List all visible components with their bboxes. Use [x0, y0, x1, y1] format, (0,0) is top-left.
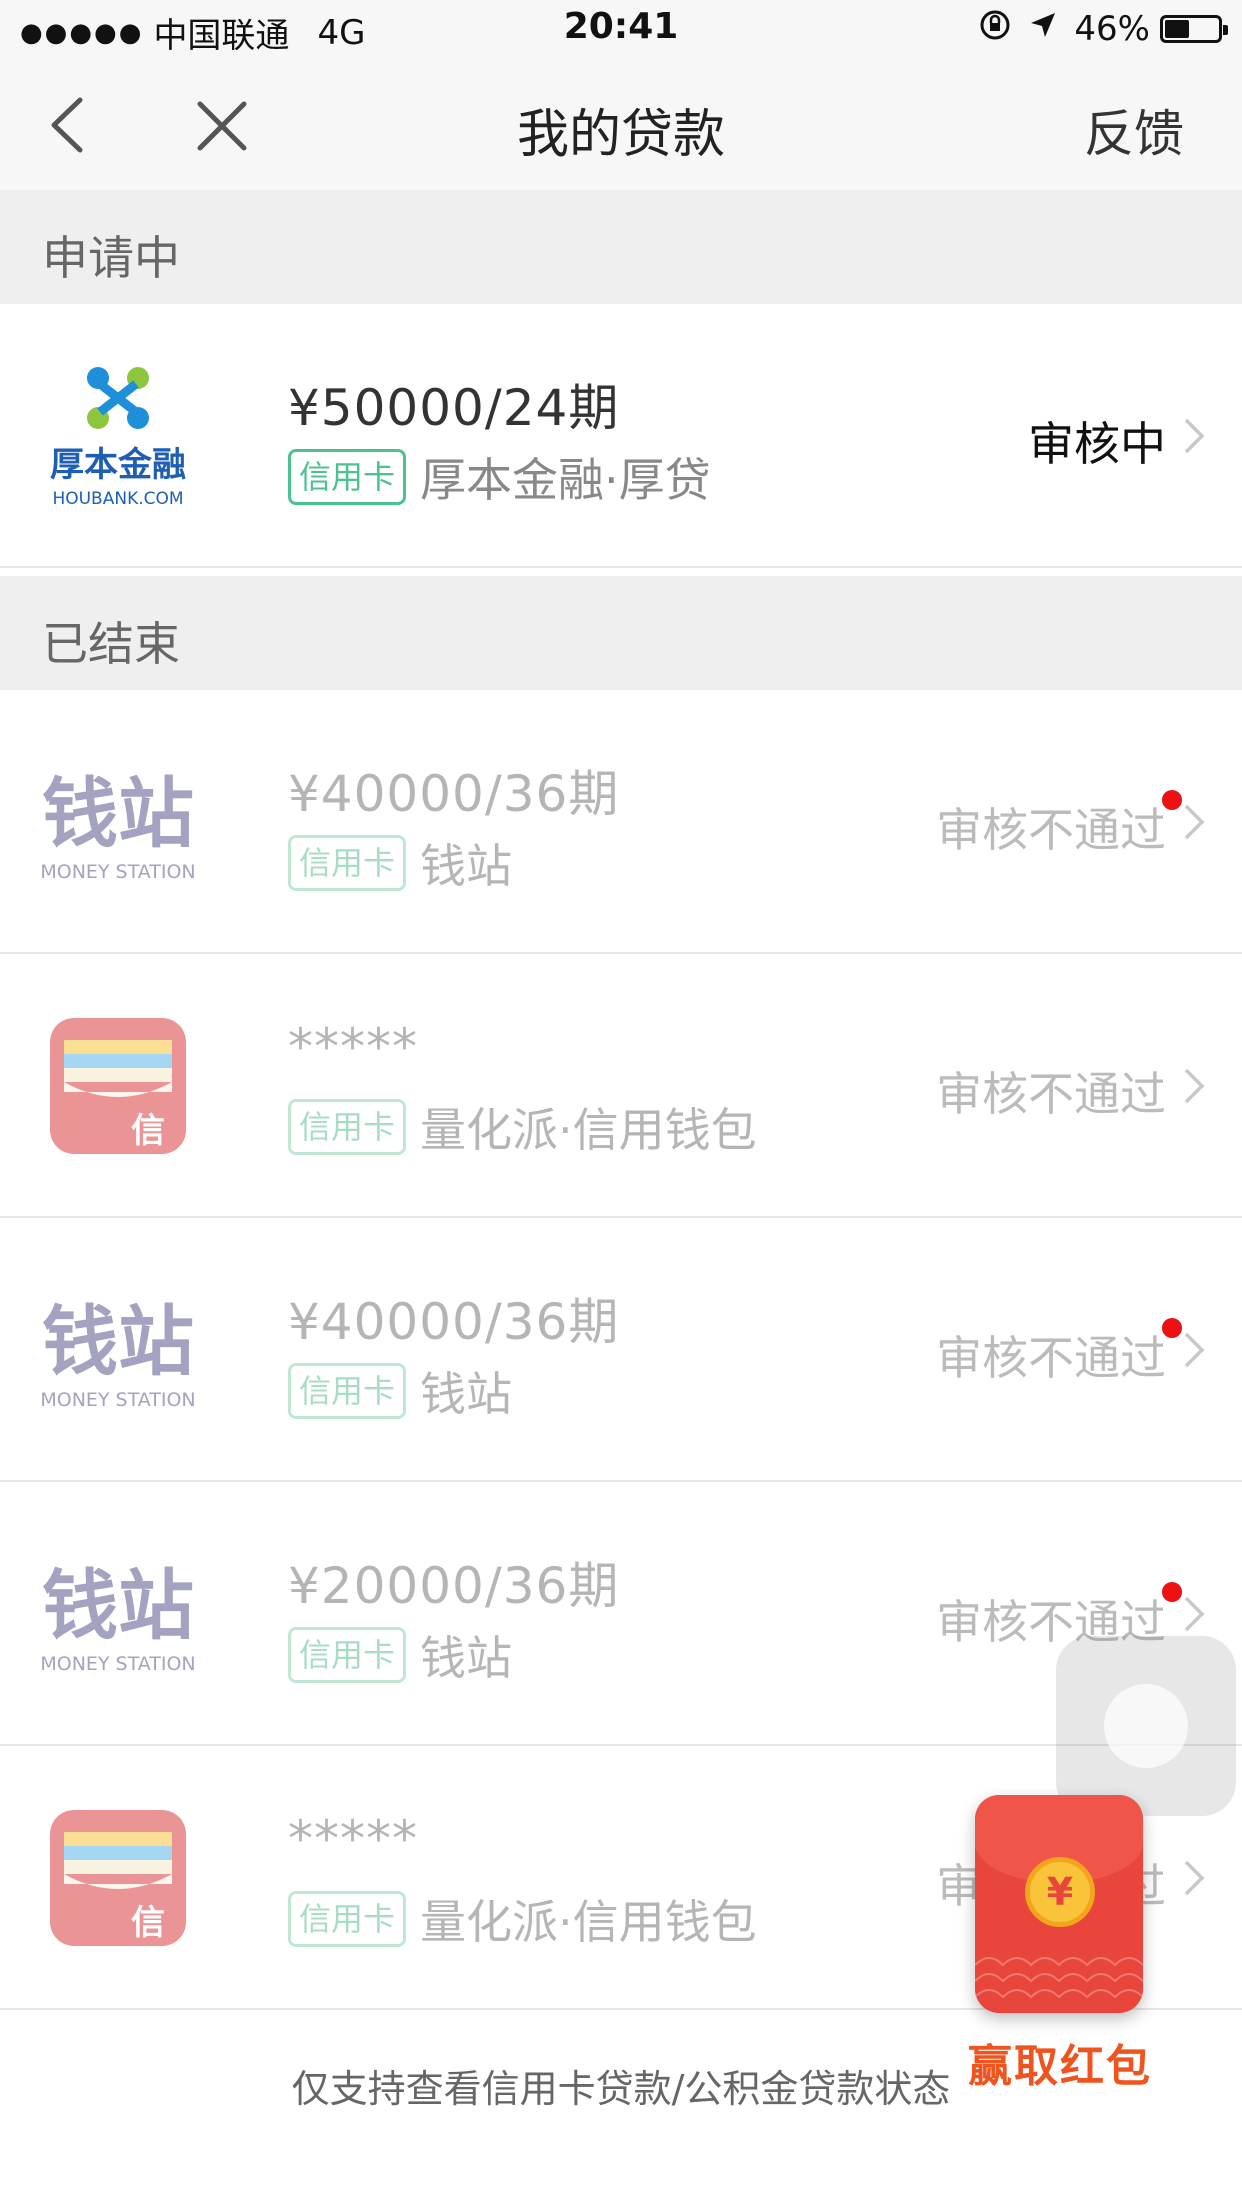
red-packet-button[interactable]: ¥	[975, 1795, 1143, 2013]
svg-text:MONEY STATION: MONEY STATION	[40, 861, 195, 883]
svg-text:钱站: 钱站	[42, 1561, 194, 1650]
coin-icon: ¥	[1025, 1857, 1095, 1927]
money-station-logo: 钱站 MONEY STATION	[28, 1258, 208, 1438]
lender-name: 钱站	[420, 1631, 513, 1685]
section-title: 申请中	[42, 231, 180, 285]
chevron-right-icon	[1184, 1332, 1205, 1368]
credit-card-tag: 信用卡	[288, 449, 407, 505]
credit-card-tag: 信用卡	[288, 1099, 407, 1155]
battery-tip	[1223, 25, 1228, 35]
credit-card-tag: 信用卡	[288, 1363, 407, 1419]
close-icon	[197, 101, 247, 151]
svg-text:信: 信	[131, 1111, 165, 1151]
houbank-logo: 厚本金融 HOUBANK.COM	[28, 344, 208, 524]
loan-item[interactable]: 信 ***** 信用卡 量化派·信用钱包 审核不通过	[0, 954, 1242, 1218]
svg-text:厚本金融: 厚本金融	[50, 445, 186, 485]
location-arrow-icon	[1028, 10, 1058, 48]
lender-name: 钱站	[420, 1367, 513, 1421]
assistive-touch-button[interactable]	[1056, 1636, 1236, 1816]
unread-badge	[1162, 790, 1182, 810]
loan-item[interactable]: 钱站 MONEY STATION ¥40000/36期 信用卡 钱站 审核不通过	[0, 1218, 1242, 1482]
unread-badge	[1162, 1582, 1182, 1602]
section-header-ended: 已结束	[0, 576, 1242, 690]
loan-subline: 信用卡 钱站	[288, 830, 512, 896]
loan-item[interactable]: 钱站 MONEY STATION ¥40000/36期 信用卡 钱站 审核不通过	[0, 690, 1242, 954]
wave-pattern-icon	[975, 1957, 1143, 1999]
loan-amount: ¥20000/36期	[288, 1557, 620, 1615]
section-title: 已结束	[42, 617, 180, 671]
loan-subline: 信用卡 钱站	[288, 1358, 512, 1424]
battery-percent: 46%	[1074, 9, 1150, 49]
svg-text:MONEY STATION: MONEY STATION	[40, 1389, 195, 1411]
loan-status: 审核不通过	[936, 1331, 1166, 1385]
battery-level	[1165, 20, 1189, 38]
loan-amount: ¥50000/24期	[288, 379, 620, 437]
svg-text:信: 信	[131, 1903, 165, 1943]
chevron-right-icon	[1184, 1596, 1205, 1632]
loan-item[interactable]: 厚本金融 HOUBANK.COM ¥50000/24期 信用卡 厚本金融·厚贷 …	[0, 304, 1242, 568]
loan-amount: *****	[288, 1810, 418, 1868]
loan-subline: 信用卡 量化派·信用钱包	[288, 1094, 757, 1160]
chevron-left-icon	[51, 97, 83, 153]
unread-badge	[1162, 1318, 1182, 1338]
battery-icon	[1160, 15, 1228, 43]
loan-status: 审核不通过	[936, 803, 1166, 857]
credit-card-tag: 信用卡	[288, 1891, 407, 1947]
loan-status: 审核不通过	[936, 1067, 1166, 1121]
svg-text:HOUBANK.COM: HOUBANK.COM	[52, 489, 183, 509]
red-packet-label[interactable]: 赢取红包	[968, 2030, 1152, 2094]
chevron-right-icon	[1184, 804, 1205, 840]
loan-status: 审核中	[1028, 417, 1166, 471]
svg-text:钱站: 钱站	[42, 769, 194, 858]
lender-name: 量化派·信用钱包	[420, 1895, 757, 1949]
loan-subline: 信用卡 厚本金融·厚贷	[288, 444, 711, 510]
svg-text:MONEY STATION: MONEY STATION	[40, 1653, 195, 1675]
credit-card-tag: 信用卡	[288, 1627, 407, 1683]
back-button[interactable]	[40, 92, 100, 158]
svg-text:钱站: 钱站	[42, 1297, 194, 1386]
credit-wallet-logo: 信	[28, 994, 208, 1174]
feedback-button[interactable]: 反馈	[1084, 94, 1184, 166]
loan-amount: *****	[288, 1018, 418, 1076]
credit-card-tag: 信用卡	[288, 835, 407, 891]
credit-wallet-logo: 信	[28, 1786, 208, 1966]
assistive-touch-icon	[1104, 1684, 1188, 1768]
loan-amount: ¥40000/36期	[288, 765, 620, 823]
rotation-lock-icon	[978, 8, 1012, 50]
loan-amount: ¥40000/36期	[288, 1293, 620, 1351]
loan-subline: 信用卡 量化派·信用钱包	[288, 1886, 757, 1952]
close-button[interactable]	[188, 94, 258, 160]
money-station-logo: 钱站 MONEY STATION	[28, 730, 208, 910]
chevron-right-icon	[1184, 1068, 1205, 1104]
lender-name: 厚本金融·厚贷	[420, 453, 711, 507]
money-station-logo: 钱站 MONEY STATION	[28, 1522, 208, 1702]
chevron-right-icon	[1184, 1860, 1205, 1896]
status-bar: ●●●●● 中国联通 4G 20:41 46%	[0, 0, 1242, 62]
lender-name: 量化派·信用钱包	[420, 1103, 757, 1157]
chevron-right-icon	[1184, 418, 1205, 454]
nav-bar: 我的贷款 反馈	[0, 62, 1242, 190]
status-right: 46%	[978, 8, 1228, 50]
page-title: 我的贷款	[516, 105, 725, 165]
lender-name: 钱站	[420, 839, 513, 893]
section-header-applying: 申请中	[0, 190, 1242, 304]
loan-subline: 信用卡 钱站	[288, 1622, 512, 1688]
